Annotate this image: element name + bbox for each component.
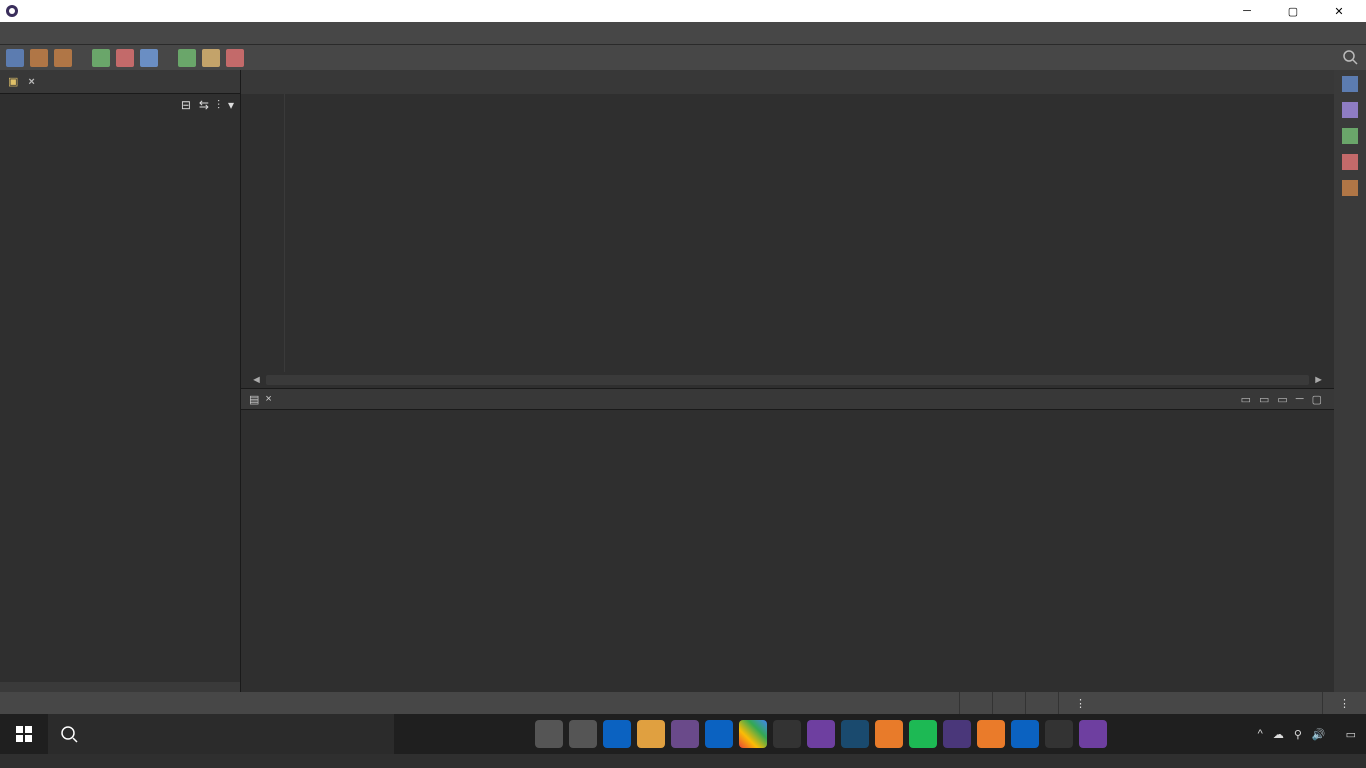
- close-view-icon[interactable]: ×: [28, 76, 34, 88]
- editor-h-scroll[interactable]: ◄ ►: [241, 372, 1334, 388]
- start-button[interactable]: [0, 714, 48, 754]
- tip-icon[interactable]: ⋮: [1322, 692, 1366, 714]
- app-icon-3[interactable]: [977, 720, 1005, 748]
- collapse-all-icon[interactable]: ⊟: [181, 98, 191, 112]
- sidebar-h-scroll[interactable]: [0, 682, 240, 692]
- teams-icon[interactable]: [671, 720, 699, 748]
- explorer-icon[interactable]: [637, 720, 665, 748]
- status-insert: [992, 692, 1025, 714]
- scroll-left-icon[interactable]: ◄: [251, 374, 262, 386]
- editor-tab-bar: [241, 70, 1334, 94]
- taskbar-search[interactable]: [48, 714, 394, 754]
- menu-bar: [0, 22, 1366, 44]
- console-body: [241, 410, 1334, 692]
- stop-icon[interactable]: [116, 49, 134, 67]
- main-toolbar: [0, 44, 1366, 70]
- app-icon-5[interactable]: [1045, 720, 1073, 748]
- task-view-icon[interactable]: [569, 720, 597, 748]
- step-icon[interactable]: [140, 49, 158, 67]
- console-close-icon[interactable]: ×: [265, 393, 271, 405]
- spotify-icon[interactable]: [909, 720, 937, 748]
- console-maximize-icon[interactable]: ▢: [1312, 393, 1322, 406]
- tray-up-icon[interactable]: ^: [1258, 728, 1263, 740]
- run-icon[interactable]: [178, 49, 196, 67]
- window-title-bar: ─ ▢ ✕: [0, 0, 1366, 22]
- editor-area: ! ◄ ► ▤ × ▭ ▭ ▭ ─: [241, 70, 1334, 692]
- app-icon-6[interactable]: [1079, 720, 1107, 748]
- cortana-icon[interactable]: [535, 720, 563, 748]
- terminate-icon[interactable]: [226, 49, 244, 67]
- app-icon-1[interactable]: [773, 720, 801, 748]
- console-title-bar: ▤ × ▭ ▭ ▭ ─ ▢: [241, 388, 1334, 410]
- new-icon[interactable]: [6, 49, 24, 67]
- chrome-icon[interactable]: [739, 720, 767, 748]
- mail-icon[interactable]: [705, 720, 733, 748]
- link-editor-icon[interactable]: ⇆: [199, 98, 209, 112]
- eclipse-taskbar-icon[interactable]: [943, 720, 971, 748]
- view-toolbar: ⊟ ⇆ ⫶ ▾: [0, 94, 240, 116]
- right-trim: [1334, 70, 1366, 692]
- line-gutter: [241, 94, 285, 372]
- scroll-right-icon[interactable]: ►: [1313, 374, 1324, 386]
- app-icon-4[interactable]: [1011, 720, 1039, 748]
- save-icon[interactable]: [30, 49, 48, 67]
- close-button[interactable]: ✕: [1316, 0, 1362, 22]
- console-clear-icon[interactable]: ▭: [1259, 393, 1269, 406]
- system-tray: ^ ☁ ⚲ 🔊 ▭: [1248, 728, 1366, 741]
- console-icon: ▤: [249, 393, 259, 406]
- search-results-icon[interactable]: [1342, 180, 1358, 196]
- console-pin-icon[interactable]: ▭: [1241, 393, 1251, 406]
- debug-icon[interactable]: [202, 49, 220, 67]
- view-menu-icon[interactable]: ▾: [228, 98, 234, 112]
- xampp-icon[interactable]: [875, 720, 903, 748]
- folder-icon: ▣: [8, 75, 18, 88]
- maximize-button[interactable]: ▢: [1270, 0, 1316, 22]
- console-scroll-lock-icon[interactable]: ▭: [1277, 393, 1287, 406]
- filter-icon[interactable]: ⫶: [217, 98, 220, 113]
- status-bar: ⋮ ⋮: [0, 692, 1366, 714]
- status-menu-icon[interactable]: ⋮: [1058, 692, 1102, 714]
- eclipse-icon: [4, 3, 20, 19]
- resume-icon[interactable]: [92, 49, 110, 67]
- status-position: [1025, 692, 1058, 714]
- taskbar-apps: [394, 720, 1248, 748]
- code-editor[interactable]: !: [241, 94, 1334, 372]
- status-writable: [959, 692, 992, 714]
- package-explorer-title: ▣ ×: [0, 70, 240, 94]
- tray-volume-icon[interactable]: 🔊: [1312, 728, 1326, 741]
- taskbar-search-input[interactable]: [88, 726, 382, 742]
- search-icon: [60, 725, 78, 743]
- package-tree[interactable]: [0, 116, 240, 682]
- bookmarks-icon[interactable]: [1342, 128, 1358, 144]
- tray-cloud-icon[interactable]: ☁: [1273, 728, 1284, 741]
- package-explorer-view: ▣ × ⊟ ⇆ ⫶ ▾: [0, 70, 241, 692]
- outline-icon[interactable]: [1342, 76, 1358, 92]
- windows-taskbar: ^ ☁ ⚲ 🔊 ▭: [0, 714, 1366, 754]
- edge-icon[interactable]: [603, 720, 631, 748]
- save-all-icon[interactable]: [54, 49, 72, 67]
- code-area[interactable]: [285, 94, 1334, 372]
- photoshop-icon[interactable]: [841, 720, 869, 748]
- app-icon-2[interactable]: [807, 720, 835, 748]
- console-minimize-icon[interactable]: ─: [1296, 393, 1304, 405]
- minimize-button[interactable]: ─: [1224, 0, 1270, 22]
- tray-wifi-icon[interactable]: ⚲: [1294, 728, 1302, 741]
- notifications-icon[interactable]: ▭: [1346, 728, 1356, 741]
- task-list-icon[interactable]: [1342, 102, 1358, 118]
- search-icon[interactable]: [1342, 49, 1360, 67]
- problems-icon[interactable]: [1342, 154, 1358, 170]
